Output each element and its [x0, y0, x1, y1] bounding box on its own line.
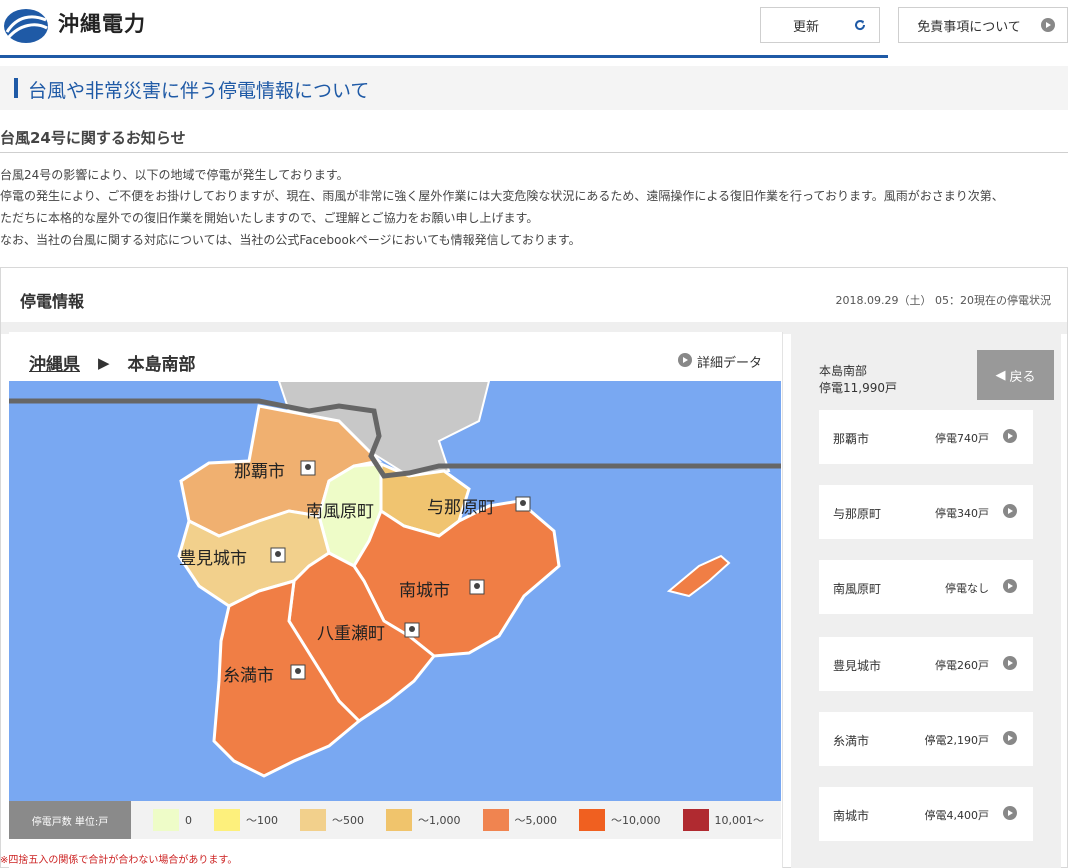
outage-count: 停電なし [945, 582, 989, 595]
legend-item: ～1,000 [386, 809, 461, 831]
page-title: 台風や非常災害に伴う停電情報について [28, 80, 370, 102]
breadcrumb-region: 本島南部 [127, 355, 196, 375]
notice-title-bar: 台風24号に関するお知らせ [0, 127, 1068, 153]
logo-icon[interactable] [2, 6, 52, 46]
detail-data-link[interactable]: 詳細データ [677, 352, 762, 371]
map-label-haebaru: 南風原町 [306, 502, 374, 521]
notice-paragraph: 台風24号の影響により、以下の地域で停電が発生しております。 [0, 168, 349, 182]
map-label-yonabaru: 与那原町 [427, 498, 495, 517]
list-item[interactable]: 与那原町 停電340戸 [819, 485, 1033, 539]
legend-item-label: 10,001～ [714, 814, 765, 827]
pin-icon[interactable] [515, 496, 531, 512]
company-name: 沖縄電力 [58, 12, 146, 36]
notice-paragraph: ただちに本格的な屋外での復旧作業を開始いたしますので、ご理解とご協力をお願い申し… [0, 211, 539, 225]
outage-map: 那覇市 南風原町 与那原町 豊見城市 南城市 八重瀬町 糸満市 [9, 381, 781, 801]
municipality-name: 那覇市 [833, 432, 870, 446]
map-label-yaese: 八重瀬町 [317, 624, 385, 643]
municipality-name: 与那原町 [833, 507, 882, 521]
detail-data-label: 詳細データ [696, 356, 762, 371]
legend-item: ～5,000 [482, 809, 558, 831]
legend-swatch [153, 809, 179, 831]
legend-item: 0 [153, 809, 192, 831]
region-count: 停電11,990戸 [819, 381, 897, 395]
breadcrumb: 沖縄県 ▶ 本島南部 [29, 350, 196, 376]
municipality-list: 本島南部 停電11,990戸 ◀ 戻る 那覇市 停電740戸 与那原町 停電34… [791, 332, 1061, 868]
list-item[interactable]: 那覇市 停電740戸 [819, 410, 1033, 464]
map-label-nanjo: 南城市 [399, 581, 450, 600]
legend-title: 停電戸数 単位:戸 [9, 801, 131, 839]
outage-count: 停電2,190戸 [924, 734, 990, 747]
outage-panel: 停電情報 2018.09.29（土） 05：20現在の停電状況 沖縄県 ▶ 本島… [0, 267, 1068, 868]
legend-item: ～100 [214, 809, 278, 831]
breadcrumb-arrow: ▶ [98, 353, 110, 372]
arrow-circle-icon [1039, 18, 1057, 32]
legend-item: ～500 [300, 809, 364, 831]
pin-icon[interactable] [469, 579, 485, 595]
notice-paragraph: 停電の発生により、ご不便をお掛けしておりますが、現在、雨風が非常に強く屋外作業に… [0, 189, 1004, 203]
disclaimer-button[interactable]: 免責事項について [898, 7, 1068, 43]
municipality-name: 糸満市 [833, 734, 870, 748]
outage-count: 停電260戸 [935, 659, 989, 672]
map-legend: 停電戸数 単位:戸 0 ～100 ～500 ～1,000 ～5,000 ～10,… [9, 801, 781, 839]
legend-swatch [682, 809, 709, 831]
map-card: 沖縄県 ▶ 本島南部 詳細データ 那覇市 南風原町 与那原町 豊見城市 南城市 … [9, 332, 783, 868]
pin-icon[interactable] [270, 547, 286, 563]
back-label: 戻る [1009, 369, 1036, 385]
municipality-name: 南風原町 [833, 582, 882, 596]
arrow-circle-icon [1003, 806, 1017, 823]
footnote: ※四捨五入の関係で合計が合わない場合があります。 [0, 855, 238, 866]
pin-icon[interactable] [300, 460, 316, 476]
legend-item: 10,001～ [682, 809, 765, 831]
breadcrumb-prefecture-link[interactable]: 沖縄県 [29, 350, 80, 375]
list-item[interactable]: 糸満市 停電2,190戸 [819, 712, 1033, 766]
panel-title: 停電情報 [20, 292, 85, 311]
region-name: 本島南部 [819, 364, 868, 378]
list-item[interactable]: 南城市 停電4,400戸 [819, 787, 1033, 841]
arrow-circle-icon [1003, 504, 1017, 521]
arrow-circle-icon [1003, 656, 1017, 673]
status-timestamp: 2018.09.29（土） 05：20現在の停電状況 [835, 294, 1051, 307]
page-title-bar: 台風や非常災害に伴う停電情報について [0, 66, 1068, 110]
outage-count: 停電740戸 [935, 432, 989, 445]
legend-swatch [482, 809, 509, 831]
refresh-label: 更新 [792, 19, 819, 35]
list-item[interactable]: 南風原町 停電なし [819, 560, 1033, 614]
legend-swatch [214, 809, 240, 831]
map-label-naha: 那覇市 [234, 462, 285, 481]
map-label-tomigusuku: 豊見城市 [179, 549, 247, 568]
legend-swatch [579, 809, 605, 831]
municipality-name: 豊見城市 [833, 659, 882, 673]
legend-item-label: ～1,000 [418, 814, 461, 827]
site-header: 沖縄電力 [0, 0, 888, 58]
outage-count: 停電4,400戸 [924, 809, 990, 822]
refresh-icon [851, 18, 869, 32]
arrow-circle-icon [1003, 579, 1017, 596]
back-button[interactable]: ◀ 戻る [977, 350, 1054, 400]
arrow-circle-icon [677, 352, 692, 371]
notice-paragraph: なお、当社の台風に関する対応については、当社の公式Facebookページにおいて… [0, 233, 581, 247]
legend-item-label: 0 [185, 813, 192, 827]
back-arrow-icon: ◀ [995, 367, 1006, 383]
refresh-button[interactable]: 更新 [760, 7, 880, 43]
municipality-name: 南城市 [833, 809, 870, 823]
arrow-circle-icon [1003, 731, 1017, 748]
legend-item: ～10,000 [579, 809, 661, 831]
pin-icon[interactable] [404, 622, 420, 638]
legend-item-label: ～10,000 [611, 814, 661, 827]
pin-icon[interactable] [290, 664, 306, 680]
legend-item-label: ～5,000 [514, 814, 558, 827]
legend-swatch [386, 809, 412, 831]
disclaimer-label: 免責事項について [917, 19, 1021, 35]
map-label-itoman: 糸満市 [223, 666, 274, 685]
notice-title: 台風24号に関するお知らせ [0, 129, 186, 147]
outage-count: 停電340戸 [935, 507, 989, 520]
legend-item-label: ～100 [246, 814, 278, 827]
list-item[interactable]: 豊見城市 停電260戸 [819, 637, 1033, 691]
legend-item-label: ～500 [332, 814, 364, 827]
arrow-circle-icon [1003, 429, 1017, 446]
title-accent [14, 78, 18, 98]
legend-swatch [300, 809, 326, 831]
